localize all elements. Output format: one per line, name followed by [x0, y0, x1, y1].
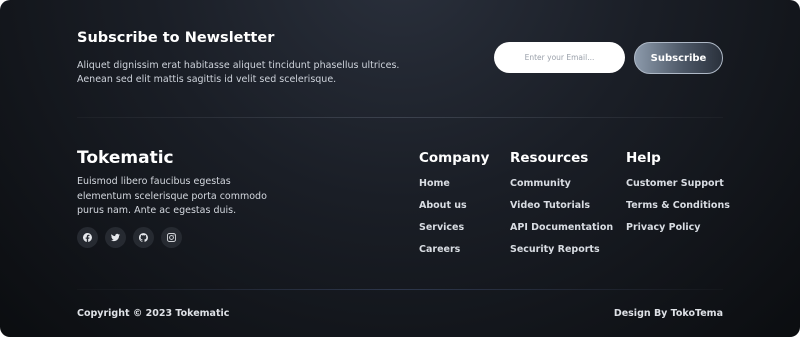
column-title: Company — [419, 150, 490, 166]
design-credit: Design By TokoTema — [613, 308, 723, 319]
footer-column-company: Company Home About us Services Careers — [419, 150, 489, 266]
facebook-link[interactable] — [77, 227, 98, 248]
newsletter-title: Subscribe to Newsletter — [77, 30, 275, 46]
link-customer-support[interactable]: Customer Support — [626, 178, 730, 190]
column-title: Help — [626, 150, 661, 166]
email-input[interactable] — [494, 42, 625, 73]
footer-column-resources: Resources Community Video Tutorials API … — [510, 150, 613, 266]
github-icon — [139, 233, 148, 242]
link-privacy-policy[interactable]: Privacy Policy — [626, 222, 730, 234]
social-links — [77, 227, 182, 248]
twitter-link[interactable] — [105, 227, 126, 248]
instagram-link[interactable] — [161, 227, 182, 248]
copyright-text: Copyright © 2023 Tokematic — [77, 308, 230, 319]
facebook-icon — [83, 233, 92, 242]
newsletter-section: Subscribe to Newsletter Aliquet dignissi… — [77, 30, 723, 90]
link-community[interactable]: Community — [510, 178, 613, 190]
link-careers[interactable]: Careers — [419, 244, 489, 256]
link-video-tutorials[interactable]: Video Tutorials — [510, 200, 613, 212]
subscribe-button[interactable]: Subscribe — [634, 42, 723, 74]
link-services[interactable]: Services — [419, 222, 489, 234]
bottom-divider — [77, 289, 723, 290]
link-about-us[interactable]: About us — [419, 200, 489, 212]
brand-description: Euismod libero faucibus egestas elementu… — [77, 176, 267, 216]
link-api-documentation[interactable]: API Documentation — [510, 222, 613, 234]
twitter-icon — [111, 233, 120, 242]
brand-name: Tokematic — [77, 148, 174, 168]
footer-column-help: Help Customer Support Terms & Conditions… — [626, 150, 730, 244]
link-security-reports[interactable]: Security Reports — [510, 244, 613, 256]
section-divider — [77, 117, 723, 118]
link-home[interactable]: Home — [419, 178, 489, 190]
github-link[interactable] — [133, 227, 154, 248]
instagram-icon — [167, 233, 176, 242]
newsletter-description: Aliquet dignissim erat habitasse aliquet… — [77, 60, 400, 85]
column-title: Resources — [510, 150, 589, 166]
site-footer: Subscribe to Newsletter Aliquet dignissi… — [0, 0, 800, 337]
link-terms-conditions[interactable]: Terms & Conditions — [626, 200, 730, 212]
